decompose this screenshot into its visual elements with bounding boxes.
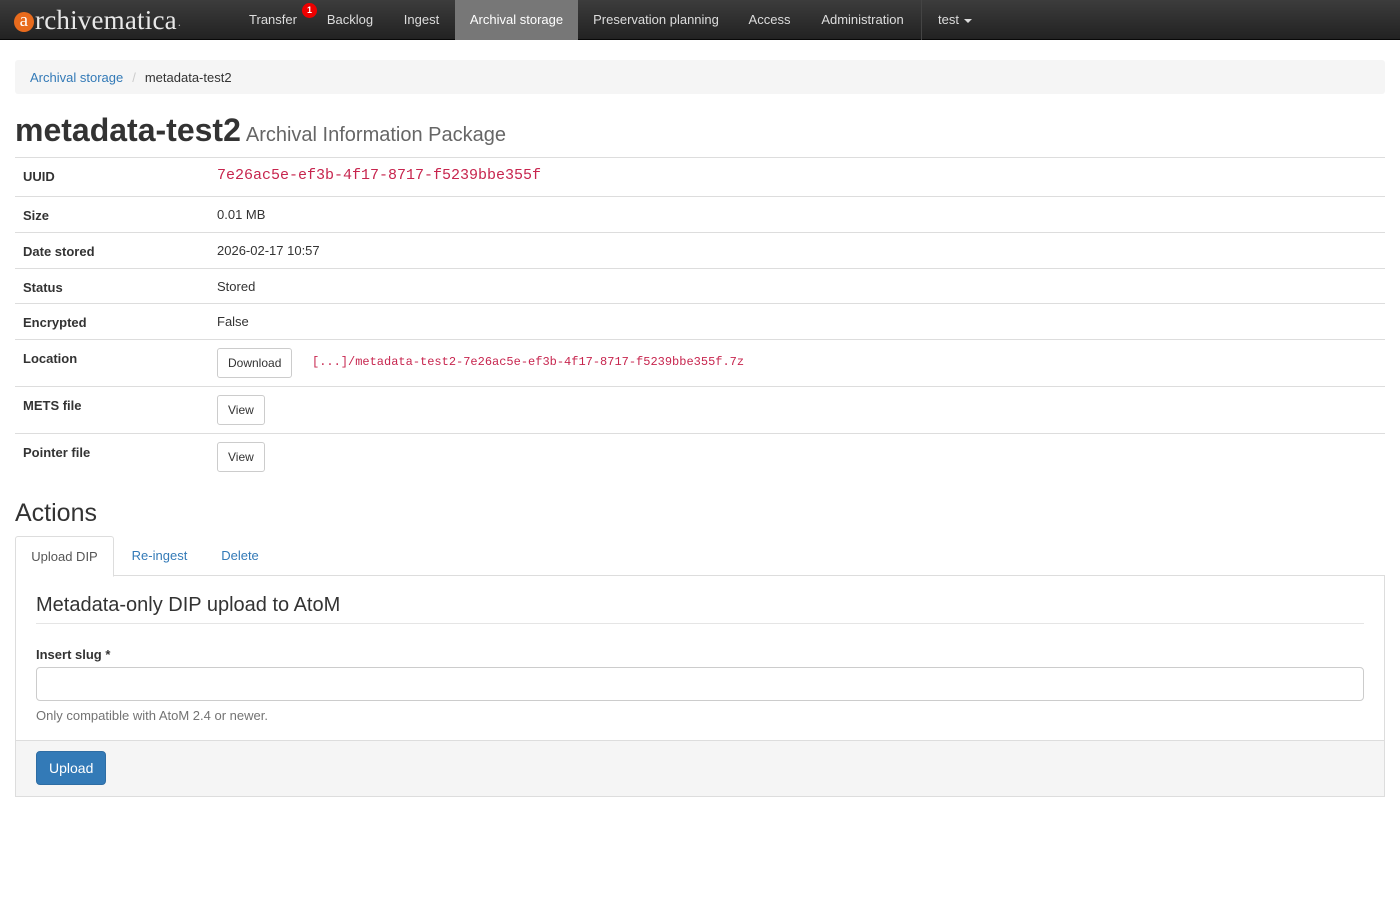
actions-heading: Actions [15, 499, 97, 527]
upload-dip-panel: Metadata-only DIP upload to AtoM Insert … [15, 575, 1385, 797]
nav-ingest[interactable]: Ingest [389, 0, 454, 40]
tab-upload-dip[interactable]: Upload DIP [15, 536, 114, 577]
tab-delete-label: Delete [221, 548, 259, 563]
row-uuid: UUID 7e26ac5e-ef3b-4f17-8717-f5239bbe355… [15, 158, 1385, 197]
logo-text: rchivematica [35, 4, 177, 35]
location-path: [...]/metadata-test2-7e26ac5e-ef3b-4f17-… [312, 355, 745, 369]
logo-dot: . [177, 15, 182, 29]
top-navbar: a rchivematica. Transfer 1 Backlog Ingest… [0, 0, 1400, 40]
nav-backlog-label: Backlog [326, 12, 374, 27]
nav-transfer-label: Transfer [249, 12, 297, 27]
nav-divider [921, 0, 922, 40]
status-value: Stored [217, 279, 256, 294]
actions-tabs: Upload DIP Re-ingest Delete [15, 536, 1385, 577]
slug-input[interactable] [36, 667, 1364, 701]
nav-archival-storage-label: Archival storage [469, 12, 564, 27]
aip-details-table: UUID 7e26ac5e-ef3b-4f17-8717-f5239bbe355… [15, 157, 1385, 481]
heading-divider [36, 623, 1364, 624]
nav-access[interactable]: Access [734, 0, 805, 40]
logo-a-mark: a [14, 11, 34, 32]
nav-administration-label: Administration [821, 12, 904, 27]
row-location: Location Download [...]/metadata-test2-7… [15, 340, 1385, 387]
nav-preservation-planning[interactable]: Preservation planning [579, 0, 733, 40]
location-label: Location [23, 351, 78, 366]
nav-ingest-label: Ingest [403, 12, 440, 27]
pointer-file-label: Pointer file [23, 445, 91, 460]
row-pointer-file: Pointer file View [15, 434, 1385, 481]
uuid-label: UUID [23, 169, 55, 184]
uuid-value: 7e26ac5e-ef3b-4f17-8717-f5239bbe355f [217, 167, 542, 184]
tab-re-ingest[interactable]: Re-ingest [118, 536, 201, 576]
date-stored-label: Date stored [23, 244, 95, 259]
nav-transfer[interactable]: Transfer [236, 0, 310, 40]
status-label: Status [23, 280, 63, 295]
row-mets-file: METS file View [15, 387, 1385, 434]
nav-administration[interactable]: Administration [806, 0, 919, 40]
mets-file-label: METS file [23, 398, 82, 413]
archivematica-logo[interactable]: a rchivematica. [14, 2, 181, 38]
row-status: Status Stored [15, 269, 1385, 304]
user-menu-dropdown[interactable]: test [923, 0, 987, 40]
breadcrumb-separator: / [132, 69, 136, 85]
encrypted-label: Encrypted [23, 315, 87, 330]
row-date-stored: Date stored 2026-02-17 10:57 [15, 233, 1385, 269]
date-stored-value: 2026-02-17 10:57 [217, 243, 320, 258]
encrypted-value: False [217, 314, 249, 329]
page-subtitle: Archival Information Package [245, 124, 506, 146]
upload-button[interactable]: Upload [36, 751, 107, 785]
user-menu-label: test [938, 12, 959, 27]
caret-down-icon [963, 18, 972, 23]
nav-access-label: Access [748, 12, 791, 27]
nav-preservation-planning-label: Preservation planning [593, 12, 719, 27]
breadcrumb-current: metadata-test2 [144, 69, 232, 85]
row-encrypted: Encrypted False [15, 304, 1385, 340]
slug-help-text: Only compatible with AtoM 2.4 or newer. [36, 708, 268, 723]
nav-backlog[interactable]: Backlog [312, 0, 388, 40]
breadcrumb: Archival storage / metadata-test2 [15, 60, 1385, 94]
tab-delete[interactable]: Delete [205, 536, 275, 576]
breadcrumb-archival-storage-link[interactable]: Archival storage [30, 70, 123, 85]
view-pointer-button[interactable]: View [217, 442, 265, 472]
row-size: Size 0.01 MB [15, 197, 1385, 233]
view-mets-button[interactable]: View [217, 395, 265, 425]
size-label: Size [23, 208, 50, 223]
nav-archival-storage[interactable]: Archival storage [455, 0, 578, 40]
size-value: 0.01 MB [217, 207, 266, 222]
slug-label: Insert slug * [36, 647, 111, 662]
download-button[interactable]: Download [217, 348, 293, 378]
aip-name: metadata-test2 [15, 112, 241, 148]
upload-dip-heading: Metadata-only DIP upload to AtoM [36, 594, 341, 616]
tab-re-ingest-label: Re-ingest [131, 548, 188, 563]
tab-upload-dip-label: Upload DIP [31, 549, 98, 564]
panel-footer: Upload [16, 740, 1384, 796]
page-title: metadata-test2 Archival Information Packa… [15, 112, 506, 149]
